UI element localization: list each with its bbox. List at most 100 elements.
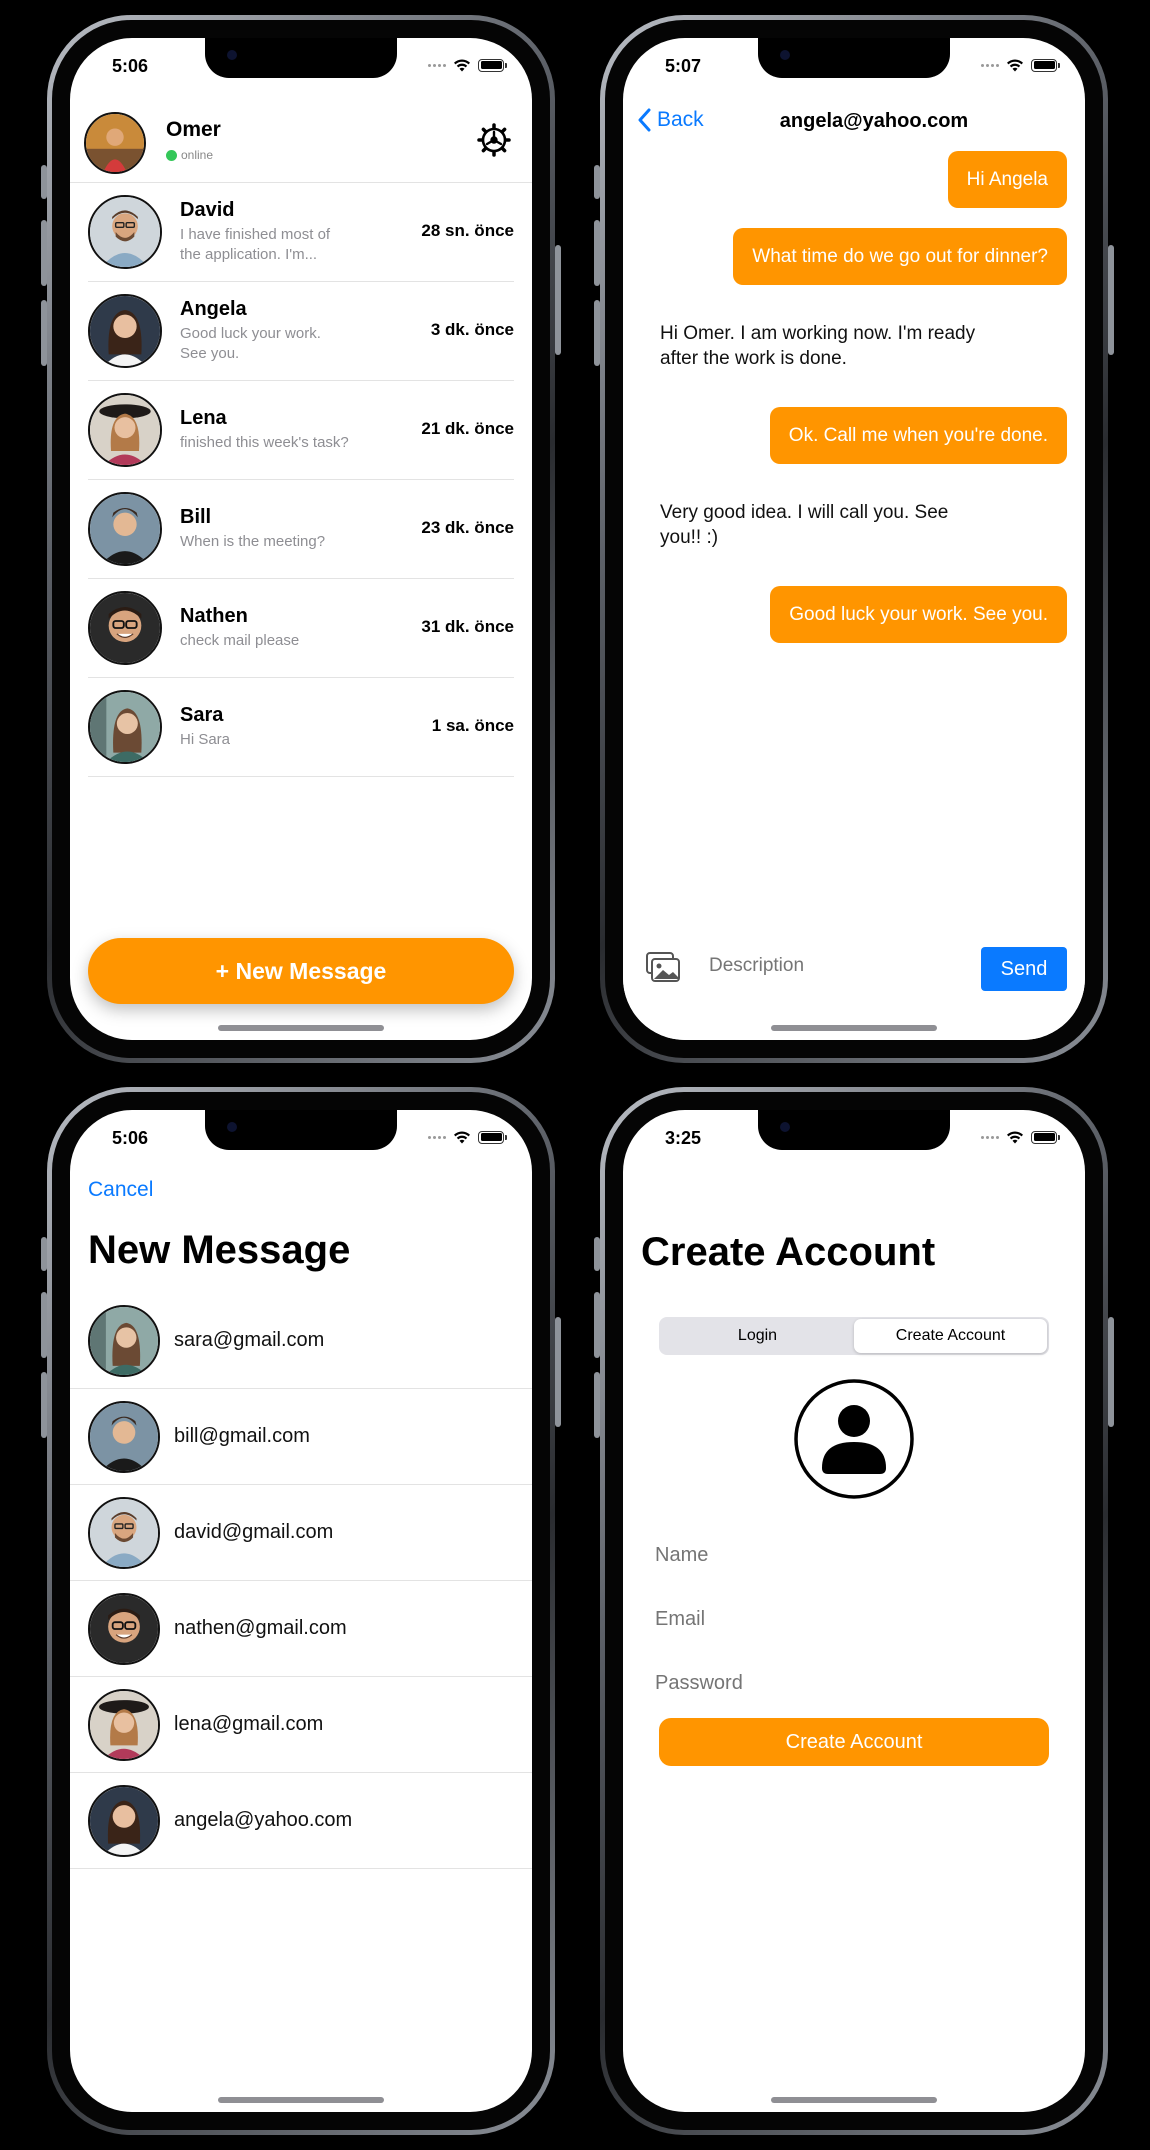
avatar — [88, 690, 162, 764]
contact-row-sara[interactable]: sara@gmail.com — [70, 1293, 532, 1389]
page-title: Create Account — [641, 1230, 936, 1274]
chat-row-nathen[interactable]: Nathen check mail please 31 dk. önce — [88, 579, 514, 678]
user-name: Omer — [166, 118, 221, 141]
contact-row-bill[interactable]: bill@gmail.com — [70, 1389, 532, 1485]
notch — [205, 38, 397, 78]
chat-time: 3 dk. önce — [430, 320, 514, 339]
phone-bezel: 5:07 Back angela@yahoo.com Hi Angela Wha… — [605, 20, 1103, 1058]
camera — [780, 1122, 790, 1132]
new-message-button[interactable]: + New Message — [88, 938, 514, 1004]
chat-list: David I have finished most of the applic… — [88, 183, 514, 777]
side-button — [41, 165, 47, 199]
phone-create-account: 3:25 Create Account Login Create Account — [594, 1087, 1114, 2135]
notch — [758, 1110, 950, 1150]
home-indicator — [771, 1025, 937, 1031]
battery-icon — [478, 1130, 507, 1144]
power-button — [1108, 245, 1114, 355]
side-button — [41, 1292, 47, 1358]
power-button — [555, 1317, 561, 1427]
chat-time: 23 dk. önce — [421, 518, 514, 537]
chat-preview: Hi Sara — [180, 731, 231, 748]
chat-preview: I have finished most of the application.… — [180, 226, 331, 263]
avatar — [88, 195, 162, 269]
name-field[interactable] — [641, 1528, 1067, 1582]
chat-name: David — [180, 199, 235, 221]
chat-row-lena[interactable]: Lena finished this week's task? 21 dk. ö… — [88, 381, 514, 480]
battery-icon — [1031, 1130, 1060, 1144]
message-bubble-outgoing: Ok. Call me when you're done. — [769, 407, 1067, 464]
power-button — [1108, 1317, 1114, 1427]
chat-preview: finished this week's task? — [180, 434, 349, 451]
avatar — [88, 591, 162, 665]
message-bubble-incoming: Hi Omer. I am working now. I'm ready aft… — [641, 305, 1011, 387]
side-button — [41, 220, 47, 286]
nav-bar: Back angela@yahoo.com — [623, 96, 1085, 146]
user-avatar[interactable] — [84, 112, 146, 174]
battery-icon — [1031, 58, 1060, 72]
chat-row-bill[interactable]: Bill When is the meeting? 23 dk. önce — [88, 480, 514, 579]
message-input-bar: Send — [623, 933, 1085, 1040]
side-button — [41, 1237, 47, 1271]
segment-login[interactable]: Login — [661, 1319, 854, 1353]
camera — [227, 50, 237, 60]
side-button — [594, 1237, 600, 1271]
side-button — [594, 220, 600, 286]
online-label: online — [181, 148, 214, 162]
chat-time: 28 sn. önce — [421, 221, 514, 240]
phone-conversation: 5:07 Back angela@yahoo.com Hi Angela Wha… — [594, 15, 1114, 1063]
side-button — [41, 1372, 47, 1438]
chat-name: Angela — [180, 298, 247, 320]
screen-chat-list: 5:06 Omer online David I have finished m… — [70, 38, 532, 1040]
online-status: online — [166, 148, 213, 162]
battery-icon — [478, 58, 507, 72]
cancel-button[interactable]: Cancel — [88, 1178, 153, 1202]
password-field[interactable] — [641, 1656, 1067, 1710]
side-button — [41, 300, 47, 366]
chat-row-david[interactable]: David I have finished most of the applic… — [88, 183, 514, 282]
phone-new-message: 5:06 Cancel New Message sara@gmail.com b… — [41, 1087, 561, 2135]
status-time: 5:06 — [112, 56, 149, 76]
contact-list: sara@gmail.com bill@gmail.com david@gmai… — [70, 1293, 532, 1869]
chat-row-sara[interactable]: Sara Hi Sara 1 sa. önce — [88, 678, 514, 777]
phone-bezel: 3:25 Create Account Login Create Account — [605, 1092, 1103, 2130]
message-input[interactable] — [709, 955, 959, 977]
person-circle-icon[interactable] — [793, 1378, 915, 1500]
send-button[interactable]: Send — [981, 947, 1067, 991]
status-time: 5:06 — [112, 1128, 149, 1148]
avatar — [88, 1496, 160, 1569]
power-button — [555, 245, 561, 355]
conversation-title: angela@yahoo.com — [779, 110, 969, 132]
status-icons — [981, 1130, 1060, 1144]
contact-email: bill@gmail.com — [174, 1425, 310, 1447]
wifi-icon — [454, 1131, 470, 1144]
profile-header: Omer online — [84, 110, 518, 176]
photo-gallery-icon[interactable] — [645, 951, 681, 983]
segment-create-account[interactable]: Create Account — [854, 1319, 1047, 1353]
contact-email: lena@gmail.com — [174, 1713, 324, 1735]
home-indicator — [771, 2097, 937, 2103]
contact-row-nathen[interactable]: nathen@gmail.com — [70, 1581, 532, 1677]
chat-time: 21 dk. önce — [421, 419, 514, 438]
gear-icon[interactable] — [476, 122, 512, 158]
signal-icon — [428, 1135, 446, 1139]
avatar — [88, 1688, 160, 1761]
screen-new-message: 5:06 Cancel New Message sara@gmail.com b… — [70, 1110, 532, 2112]
screen-create-account: 3:25 Create Account Login Create Account — [623, 1110, 1085, 2112]
chat-time: 1 sa. önce — [431, 716, 514, 735]
chat-preview: When is the meeting? — [180, 533, 326, 550]
chat-row-angela[interactable]: Angela Good luck your work. See you. 3 d… — [88, 282, 514, 381]
contact-row-angela[interactable]: angela@yahoo.com — [70, 1773, 532, 1869]
create-account-button[interactable]: Create Account — [659, 1718, 1049, 1766]
email-field[interactable] — [641, 1592, 1067, 1646]
status-icons — [428, 1130, 507, 1144]
camera — [780, 50, 790, 60]
contact-row-lena[interactable]: lena@gmail.com — [70, 1677, 532, 1773]
side-button — [594, 300, 600, 366]
page-title: New Message — [88, 1228, 351, 1272]
contact-row-david[interactable]: david@gmail.com — [70, 1485, 532, 1581]
avatar — [88, 393, 162, 467]
home-indicator — [218, 1025, 384, 1031]
chat-time: 31 dk. önce — [421, 617, 514, 636]
camera — [227, 1122, 237, 1132]
avatar — [88, 1592, 160, 1665]
